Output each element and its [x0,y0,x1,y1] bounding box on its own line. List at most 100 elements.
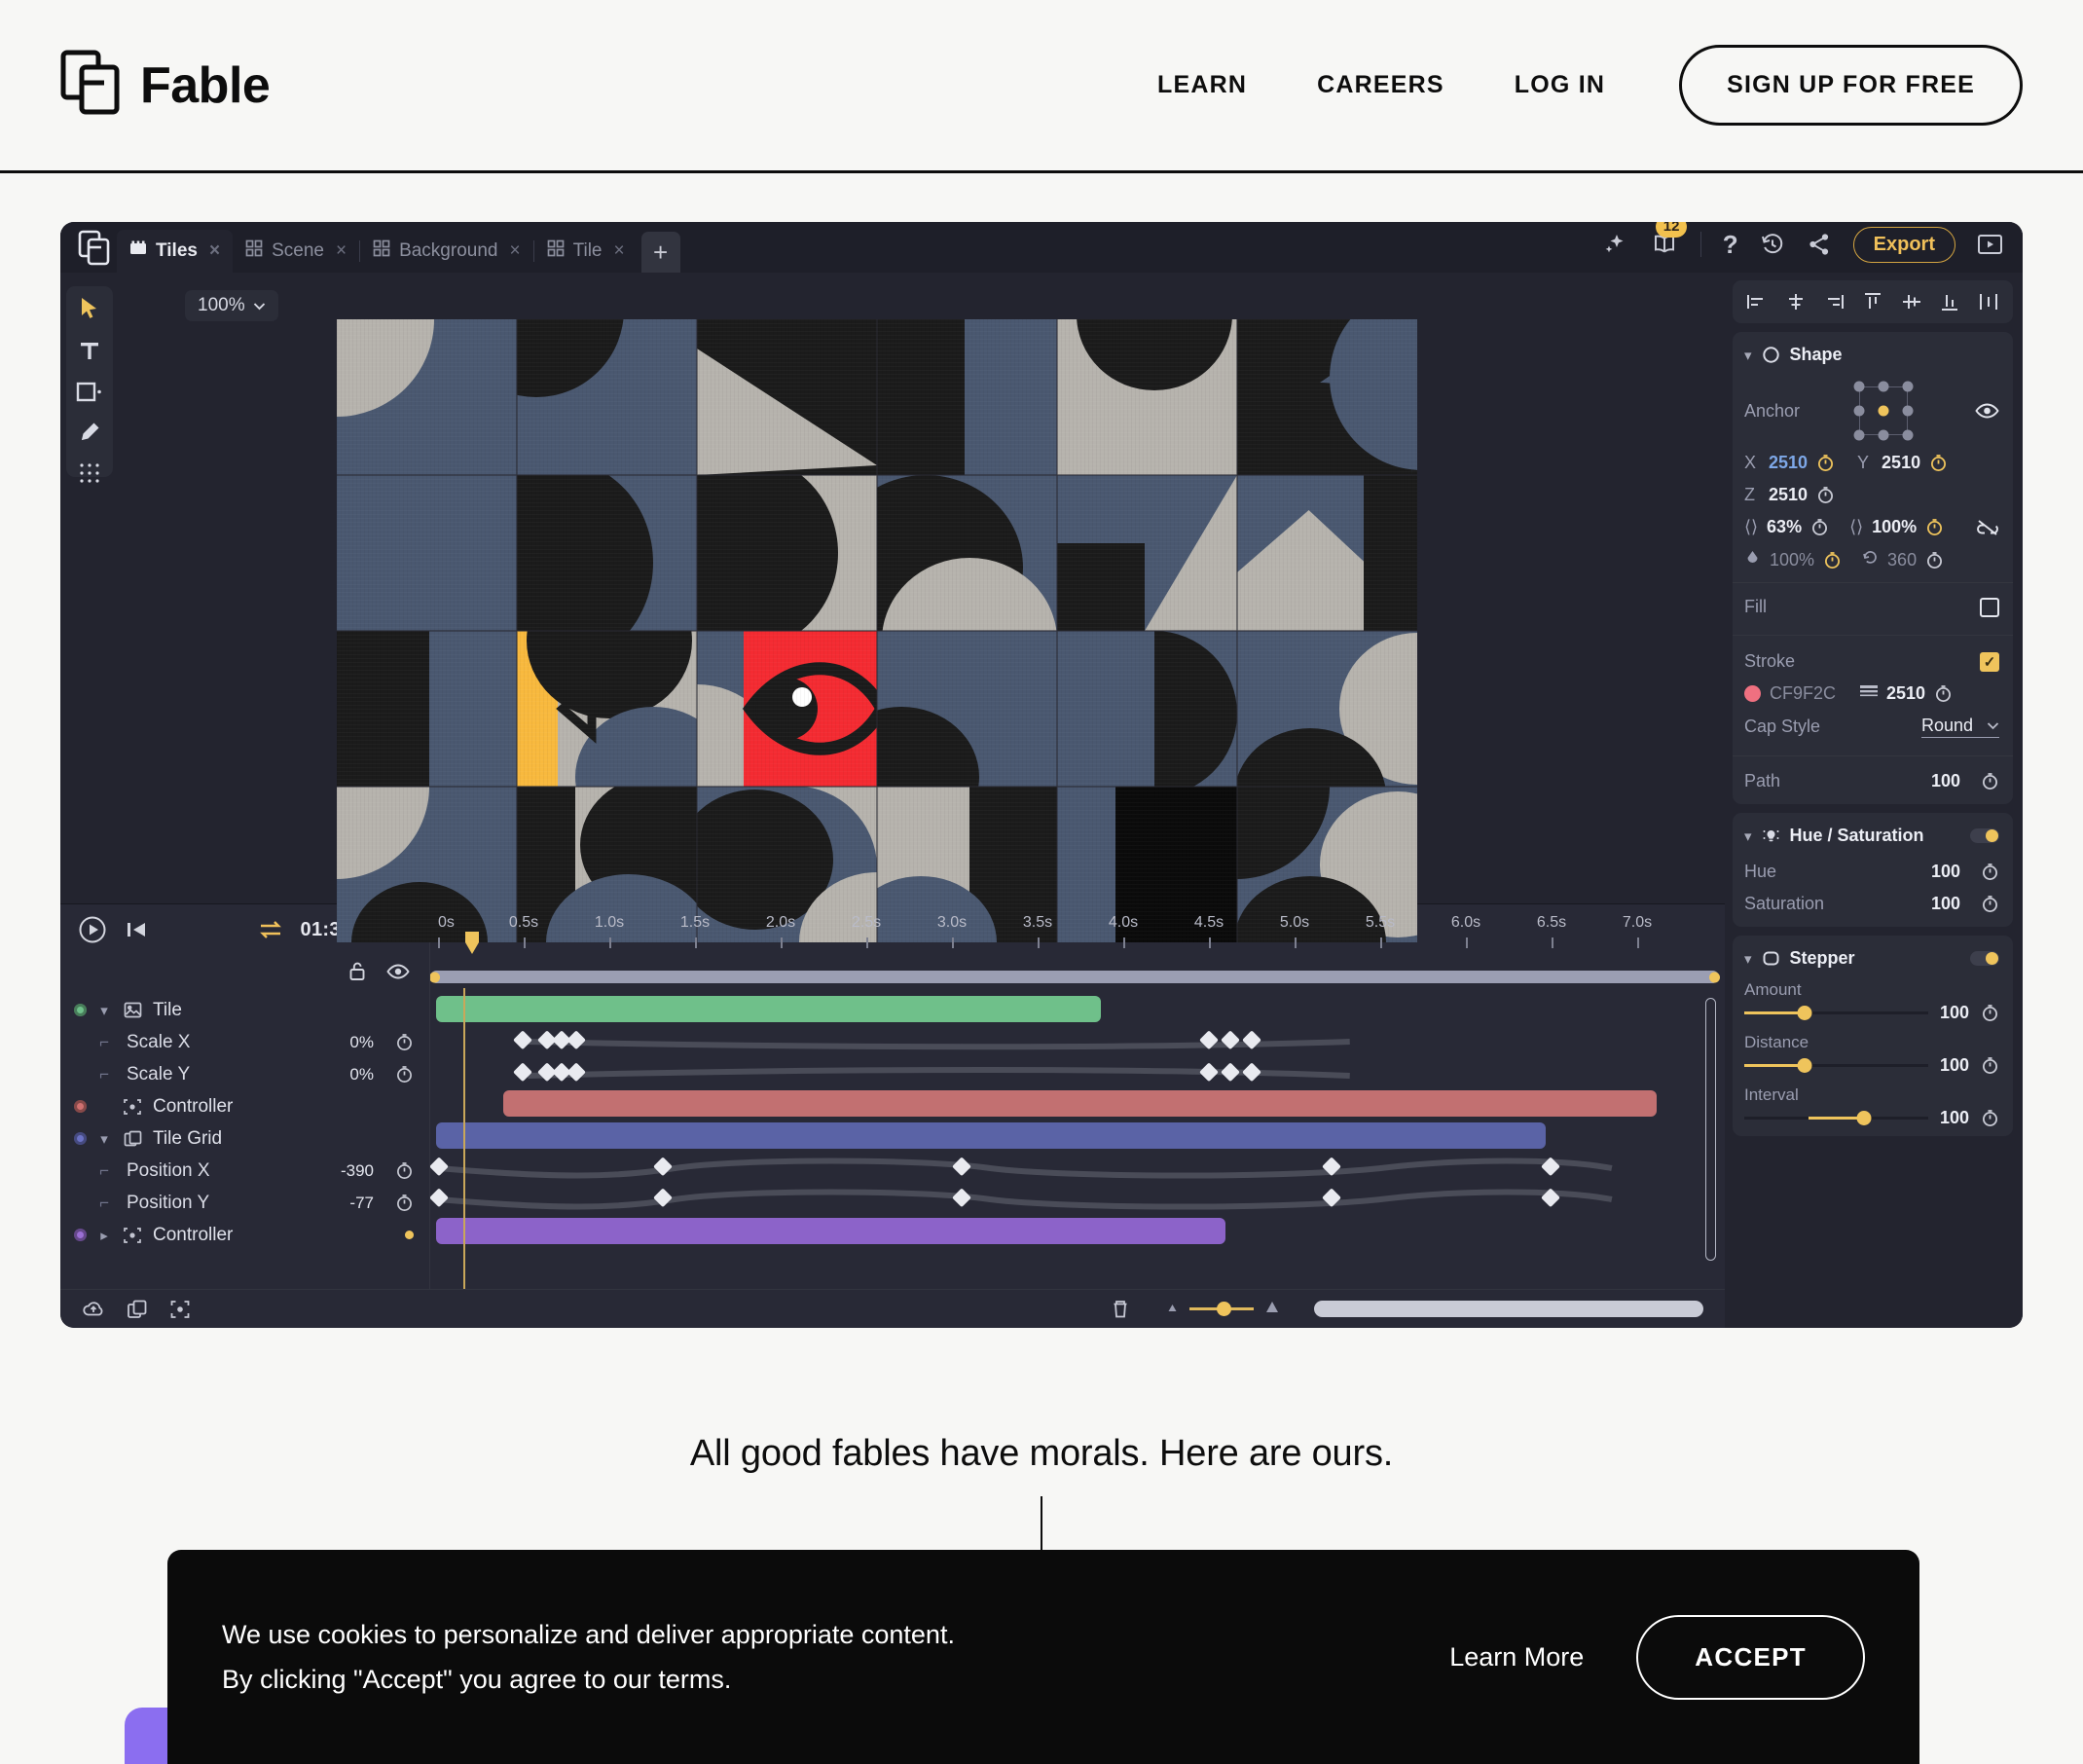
amount-slider[interactable] [1744,1006,1928,1020]
accept-cookies-button[interactable]: ACCEPT [1636,1614,1865,1700]
text-tool[interactable] [75,339,104,362]
layer-row-scale-x[interactable]: ⌐ Scale X 0% [60,1026,429,1058]
stopwatch-icon[interactable] [1981,1109,1999,1127]
stroke-checkbox[interactable]: ✓ [1980,651,1999,672]
canvas-stage[interactable] [113,273,1725,942]
rotation-value[interactable]: 360 [1887,550,1917,570]
track-keyframes-position-x[interactable] [430,1155,1725,1180]
stopwatch-icon[interactable] [1823,551,1842,570]
zoom-in-icon[interactable] [1263,1300,1281,1319]
link-broken-icon[interactable] [1976,519,1999,536]
chevron-down-icon[interactable]: ▾ [96,1002,112,1019]
zoom-out-icon[interactable] [1165,1301,1180,1318]
anchor-dot-top-right[interactable] [1902,381,1914,392]
stopwatch-icon[interactable] [1981,1056,1999,1075]
z-value[interactable]: 2510 [1769,485,1808,505]
tab-scene[interactable]: Scene × [233,230,359,273]
select-tool[interactable] [75,296,104,321]
layer-row-position-y[interactable]: ⌐ Position Y -77 [60,1187,429,1219]
close-icon[interactable]: × [506,240,520,262]
export-button[interactable]: Export [1852,226,1955,263]
align-center-vertical-icon[interactable] [1901,292,1922,312]
stopwatch-icon[interactable] [1925,518,1944,536]
shape-tool[interactable] [75,380,104,403]
align-right-icon[interactable] [1823,292,1845,312]
distance-slider-knob[interactable] [1797,1058,1812,1073]
hue-value[interactable]: 100 [1931,862,1960,882]
distance-slider[interactable] [1744,1058,1928,1073]
particles-tool[interactable] [75,461,104,485]
anchor-dot-bottom-center[interactable] [1878,429,1889,441]
property-value[interactable]: 0% [349,1033,374,1052]
delete-icon[interactable] [1111,1299,1130,1320]
chevron-right-icon[interactable]: ▸ [96,1227,112,1244]
align-top-icon[interactable] [1862,292,1883,312]
align-bottom-icon[interactable] [1939,292,1960,312]
hue-saturation-toggle[interactable] [1970,828,1999,843]
brand-logo[interactable]: Fable [60,50,271,122]
visibility-icon[interactable] [386,963,410,980]
interval-value[interactable]: 100 [1940,1108,1969,1128]
visibility-icon[interactable] [1975,402,1999,420]
playhead-line[interactable] [463,988,465,1289]
help-icon[interactable]: ? [1723,230,1738,260]
track-bar-tile-grid[interactable] [436,1122,1546,1149]
app-logo-icon[interactable] [72,226,117,271]
present-icon[interactable] [1977,233,2003,256]
distribute-icon[interactable] [1978,292,1999,312]
controller-icon[interactable] [169,1299,191,1320]
play-button[interactable] [78,915,107,944]
hue-saturation-header[interactable]: ▾ Hue / Saturation [1733,813,2013,856]
tab-background[interactable]: Background × [360,230,533,273]
anchor-dot-top-center[interactable] [1878,381,1889,392]
stopwatch-icon[interactable] [1981,863,1999,881]
layer-row-controller-1[interactable]: Controller [60,1090,429,1122]
close-icon[interactable]: × [206,240,220,262]
stopwatch-icon[interactable] [1981,1004,1999,1022]
property-value[interactable]: -77 [349,1194,374,1213]
duplicate-icon[interactable] [127,1299,148,1320]
timeline-hscroll-bottom[interactable] [1314,1301,1703,1317]
track-keyframes-scale-x[interactable] [430,1028,1725,1053]
interval-slider[interactable] [1744,1111,1928,1125]
fill-checkbox[interactable] [1980,597,1999,617]
stepper-header[interactable]: ▾ Stepper [1733,936,2013,978]
stroke-width-value[interactable]: 2510 [1886,683,1925,704]
history-icon[interactable] [1760,232,1785,257]
saturation-value[interactable]: 100 [1931,894,1960,914]
cloud-upload-icon[interactable] [82,1300,105,1319]
timeline-tracks[interactable] [430,988,1725,1289]
close-icon[interactable]: × [611,240,625,262]
track-keyframes-position-y[interactable] [430,1186,1725,1211]
align-left-icon[interactable] [1746,292,1768,312]
x-value[interactable]: 2510 [1769,453,1808,473]
anchor-dot-top-left[interactable] [1853,381,1865,392]
track-bar-controller-1[interactable] [503,1090,1657,1117]
distance-value[interactable]: 100 [1940,1055,1969,1076]
layer-row-controller-2[interactable]: ▸ Controller [60,1219,429,1251]
playhead-handle[interactable] [463,932,481,962]
stopwatch-icon[interactable] [1981,772,1999,790]
stopwatch-icon[interactable] [395,1033,414,1051]
amount-slider-knob[interactable] [1797,1006,1812,1020]
layer-row-tile[interactable]: ▾ Tile [60,994,429,1026]
opacity-value[interactable]: 100% [1770,550,1814,570]
lock-icon[interactable] [347,961,367,982]
pen-tool[interactable] [75,421,104,444]
height-value[interactable]: 100% [1872,517,1917,537]
cap-style-select[interactable]: Round [1920,716,1999,738]
track-bar-tile[interactable] [436,996,1101,1022]
anchor-selector[interactable] [1853,381,1914,441]
stopwatch-icon[interactable] [395,1161,414,1180]
stopwatch-icon[interactable] [1810,518,1829,536]
stopwatch-icon[interactable] [1816,486,1835,504]
property-value[interactable]: 0% [349,1065,374,1084]
anchor-dot-bottom-right[interactable] [1902,429,1914,441]
loop-toggle[interactable] [258,919,283,940]
stopwatch-icon[interactable] [1925,551,1944,570]
layer-row-position-x[interactable]: ⌐ Position X -390 [60,1155,429,1187]
chevron-down-icon[interactable]: ▾ [1744,950,1752,968]
stepper-toggle[interactable] [1970,951,1999,966]
path-value[interactable]: 100 [1931,771,1960,791]
close-icon[interactable]: × [333,240,347,262]
